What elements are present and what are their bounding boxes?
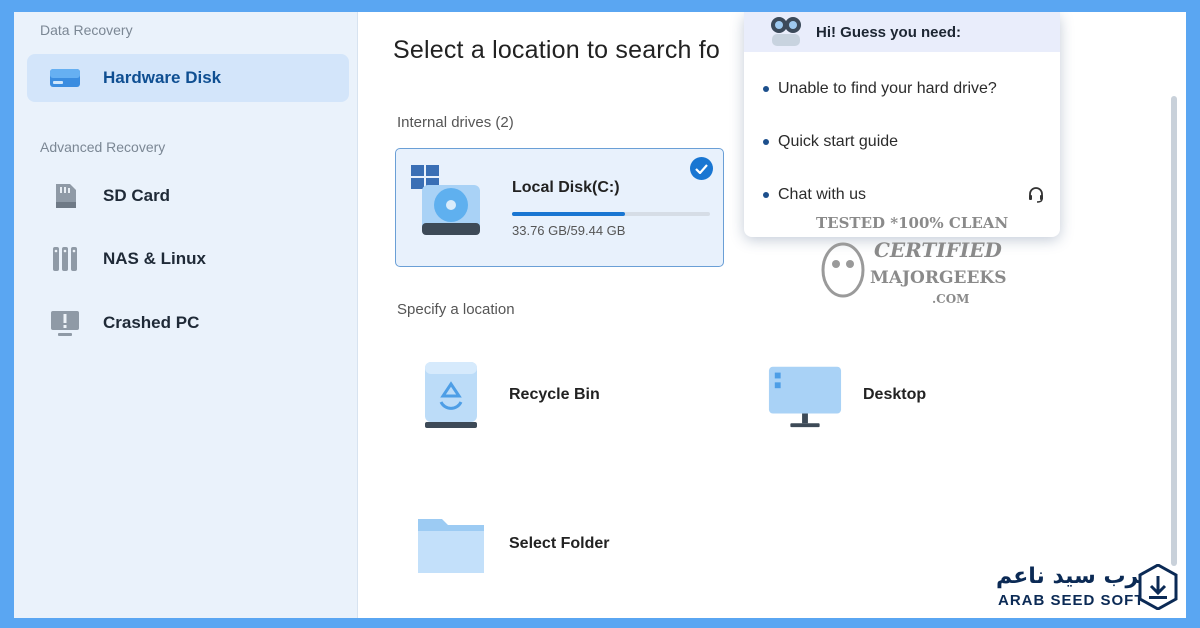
internal-drives-label: Internal drives (2): [397, 114, 514, 131]
section-label-advanced: Advanced Recovery: [40, 139, 166, 155]
disk-card-local-c[interactable]: Local Disk(C:) 33.76 GB/59.44 GB: [395, 148, 724, 267]
sidebar-item-hardware-disk[interactable]: Hardware Disk: [27, 54, 349, 102]
arab-seed-soft-logo: عرب سيد ناعم ARAB SEED SOFT: [992, 562, 1192, 622]
hard-drive-icon: [49, 64, 81, 92]
brand-arabic: عرب سيد ناعم: [996, 564, 1155, 589]
bullet-icon: [763, 192, 769, 198]
popup-item-label: Unable to find your hard drive?: [778, 80, 997, 97]
popup-item-hard-drive[interactable]: Unable to find your hard drive?: [763, 80, 997, 98]
location-desktop[interactable]: Desktop: [767, 359, 926, 431]
nas-icon: [49, 245, 81, 273]
selected-check-icon: [690, 157, 713, 180]
sd-card-icon: [49, 182, 81, 210]
watermark-line: MAJORGEEKS: [870, 268, 1007, 288]
sidebar-item-label: Crashed PC: [103, 313, 200, 332]
popup-greeting: Hi! Guess you need:: [816, 23, 962, 41]
crashed-pc-icon: [49, 309, 81, 337]
sidebar-item-label: SD Card: [103, 186, 171, 205]
assistant-avatar-icon: [766, 14, 806, 52]
desktop-icon: [767, 359, 843, 431]
location-label: Recycle Bin: [509, 386, 600, 403]
headset-icon: [1027, 186, 1045, 209]
popup-item-quick-start[interactable]: Quick start guide: [763, 133, 898, 151]
disk-size: 33.76 GB/59.44 GB: [512, 223, 626, 238]
local-disk-icon: [410, 163, 496, 246]
scrollbar[interactable]: [1171, 96, 1177, 566]
popup-item-label: Quick start guide: [778, 133, 899, 150]
download-badge-icon: [1138, 563, 1178, 615]
sidebar-item-label: Hardware Disk: [103, 68, 222, 87]
location-select-folder[interactable]: Select Folder: [413, 508, 609, 580]
sidebar-item-nas-linux[interactable]: NAS & Linux: [27, 235, 349, 283]
watermark-line: .COM: [932, 292, 970, 306]
disk-name: Local Disk(C:): [512, 179, 620, 196]
brand-latin: ARAB SEED SOFT: [998, 592, 1145, 609]
sidebar: Data Recovery Hardware Disk Advanced Rec…: [14, 12, 358, 618]
disk-usage-bar: [512, 212, 710, 216]
folder-icon: [413, 508, 489, 580]
popup-item-label: Chat with us: [778, 186, 867, 203]
recycle-bin-icon: [413, 359, 489, 431]
specify-location-label: Specify a location: [397, 301, 515, 318]
bullet-icon: [763, 86, 769, 92]
popup-item-chat[interactable]: Chat with us: [763, 186, 1043, 204]
sidebar-item-crashed-pc[interactable]: Crashed PC: [27, 299, 349, 347]
watermark-line: TESTED *100% CLEAN: [816, 214, 1009, 232]
popup-header: Hi! Guess you need:: [744, 12, 1060, 52]
bullet-icon: [763, 139, 769, 145]
help-popup: Hi! Guess you need: Unable to find your …: [744, 12, 1060, 237]
section-label-data-recovery: Data Recovery: [40, 22, 133, 38]
app-window: Data Recovery Hardware Disk Advanced Rec…: [14, 12, 1186, 618]
sidebar-item-sd-card[interactable]: SD Card: [27, 172, 349, 220]
disk-usage-fill: [512, 212, 625, 216]
location-label: Select Folder: [509, 535, 610, 552]
page-title: Select a location to search fo: [393, 36, 721, 64]
location-recycle-bin[interactable]: Recycle Bin: [413, 359, 600, 431]
watermark-line: CERTIFIED: [874, 238, 1002, 262]
mascot-icon: [821, 242, 865, 298]
majorgeeks-watermark: TESTED *100% CLEAN CERTIFIED MAJORGEEKS …: [814, 212, 1008, 312]
sidebar-item-label: NAS & Linux: [103, 249, 206, 268]
location-label: Desktop: [863, 386, 927, 403]
